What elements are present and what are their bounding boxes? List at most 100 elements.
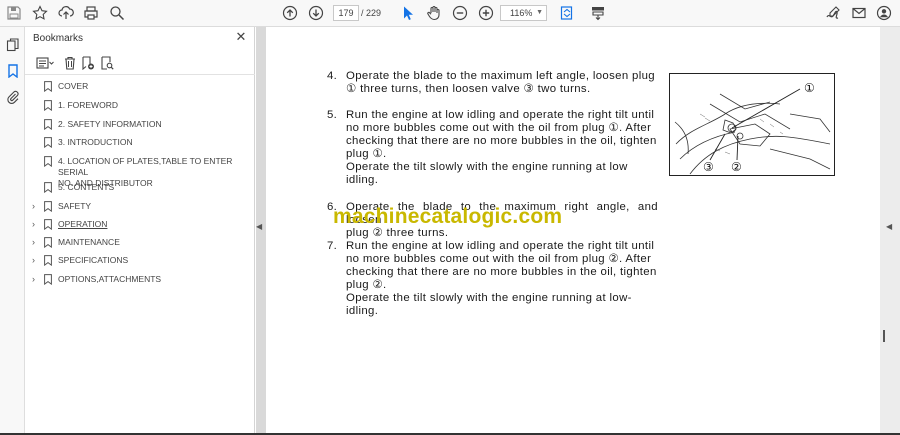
bookmarks-panel: Bookmarks ✕ COVER 1. FOREWORD 2. SAFETY … — [25, 27, 255, 435]
page-up-icon[interactable] — [279, 3, 301, 23]
step-line: plug ①. — [346, 148, 387, 161]
bookmark-label: 5. CONTENTS — [58, 182, 115, 192]
expand-right-panel-icon[interactable]: ◀ — [886, 222, 892, 231]
upload-icon[interactable] — [55, 3, 77, 23]
bookmark-label: SAFETY — [58, 201, 92, 211]
chevron-down-icon: ▼ — [536, 9, 543, 16]
collapse-panel-icon[interactable]: ◀ — [256, 222, 264, 236]
callout-3: ③ — [703, 160, 714, 174]
select-cursor-icon[interactable] — [397, 3, 419, 23]
save-icon[interactable] — [3, 3, 25, 23]
marquee-icon[interactable] — [587, 3, 609, 23]
bookmark-icon — [44, 255, 52, 266]
scrollbar-thumb[interactable] — [883, 330, 885, 342]
step-line: no more bubbles come out with the oil fr… — [346, 253, 652, 266]
chevron-right-icon[interactable]: › — [32, 274, 41, 285]
step-line: Operate the tilt slowly with the engine … — [346, 292, 632, 305]
bookmark-introduction[interactable]: 3. INTRODUCTION — [25, 137, 225, 148]
step-number: 5. — [327, 109, 338, 121]
step-number: 7. — [327, 240, 338, 252]
bookmark-specifications[interactable]: › SPECIFICATIONS — [25, 255, 225, 266]
callout-1: ① — [804, 81, 815, 95]
bookmark-label: OPERATION — [58, 219, 108, 229]
bookmark-label: 4. LOCATION OF PLATES,TABLE TO ENTER SER… — [58, 156, 233, 177]
step-line: Operate the blade to the maximum left an… — [346, 70, 655, 82]
bookmark-label: 3. INTRODUCTION — [58, 137, 133, 147]
pages-icon[interactable] — [4, 36, 21, 53]
step-line: Run the engine at low idling and operate… — [346, 240, 655, 252]
watermark: machinecatalogic.com — [333, 205, 563, 228]
chevron-right-icon[interactable]: › — [32, 219, 41, 230]
bookmark-star-icon[interactable] — [29, 3, 51, 23]
account-icon[interactable] — [873, 3, 895, 23]
step-line: checking that there are no more bubbles … — [346, 135, 657, 148]
zoom-in-icon[interactable] — [475, 3, 497, 23]
bookmark-label: COVER — [58, 81, 89, 91]
page-total: / 229 — [361, 8, 382, 18]
tilt-cylinder-diagram: ① ③ ② — [669, 73, 835, 176]
sign-icon[interactable] — [822, 3, 844, 23]
navigation-rail — [0, 27, 25, 435]
zoom-level-value: 116% — [510, 8, 533, 18]
bookmark-icon — [44, 137, 52, 148]
callout-2: ② — [731, 160, 742, 174]
bookmark-label: 1. FOREWORD — [58, 100, 118, 110]
zoom-out-icon[interactable] — [449, 3, 471, 23]
step-line: idling. — [346, 305, 379, 318]
fit-page-icon[interactable] — [556, 3, 578, 23]
find-bookmark-icon[interactable] — [100, 55, 114, 71]
bookmark-cover[interactable]: COVER — [25, 81, 225, 92]
step-line: plug ②. — [346, 279, 387, 292]
delete-bookmark-icon[interactable] — [63, 55, 77, 71]
step-line: Run the engine at low idling and operate… — [346, 109, 655, 121]
print-icon[interactable] — [80, 3, 102, 23]
step-line: Operate the tilt slowly with the engine … — [346, 161, 628, 174]
step-text: Operate the blade to the maximum left an… — [346, 70, 658, 96]
bookmark-icon — [44, 219, 52, 230]
bookmark-label: MAINTENANCE — [58, 237, 120, 247]
bookmark-icon — [44, 119, 52, 130]
step-text: Run the engine at low idling and operate… — [346, 240, 658, 319]
bookmark-operation[interactable]: › OPERATION — [25, 219, 225, 230]
page-number-input[interactable]: 179 — [333, 5, 359, 21]
step-line: idling. — [346, 174, 379, 187]
bookmark-safety-information[interactable]: 2. SAFETY INFORMATION — [25, 119, 225, 130]
bookmark-safety[interactable]: › SAFETY — [25, 201, 225, 212]
step-line: checking that there are no more bubbles … — [346, 266, 657, 279]
step-number: 4. — [327, 70, 338, 82]
bookmark-contents[interactable]: 5. CONTENTS — [25, 182, 225, 193]
step-line: plug ② three turns. — [346, 227, 449, 240]
bookmark-label: SPECIFICATIONS — [58, 255, 129, 265]
main-toolbar: 179 / 229 116% ▼ — [0, 0, 900, 27]
bookmark-icon — [44, 237, 52, 248]
zoom-level-select[interactable]: 116% ▼ — [500, 5, 547, 21]
bookmark-tools — [33, 55, 247, 73]
hand-icon[interactable] — [423, 3, 445, 23]
mail-icon[interactable] — [848, 3, 870, 23]
bookmark-foreword[interactable]: 1. FOREWORD — [25, 100, 225, 111]
step-line: ① three turns, then loosen valve ③ two t… — [346, 83, 591, 96]
bookmark-icon — [44, 156, 52, 167]
search-icon[interactable] — [106, 3, 128, 23]
bookmark-icon — [44, 274, 52, 285]
right-panel-gutter — [880, 27, 900, 435]
page-down-icon[interactable] — [305, 3, 327, 23]
bookmark-icon — [44, 100, 52, 111]
bookmark-maintenance[interactable]: › MAINTENANCE — [25, 237, 225, 248]
bookmarks-panel-title: Bookmarks — [33, 33, 84, 44]
attachment-icon[interactable] — [4, 88, 21, 105]
chevron-right-icon[interactable]: › — [32, 255, 41, 266]
new-bookmark-icon[interactable] — [81, 55, 95, 71]
bookmark-icon — [44, 201, 52, 212]
close-icon[interactable]: ✕ — [234, 30, 248, 44]
bookmark-options-icon[interactable] — [35, 55, 55, 71]
chevron-right-icon[interactable]: › — [32, 201, 41, 212]
bookmarks-panel-icon[interactable] — [4, 62, 21, 79]
diagram-drawing: ① ③ ② — [674, 81, 831, 175]
chevron-right-icon[interactable]: › — [32, 237, 41, 248]
panel-divider — [25, 74, 255, 75]
bookmark-icon — [44, 81, 52, 92]
bookmark-label: OPTIONS,ATTACHMENTS — [58, 274, 162, 284]
bookmark-options-attachments[interactable]: › OPTIONS,ATTACHMENTS — [25, 274, 225, 285]
bookmark-icon — [44, 182, 52, 193]
